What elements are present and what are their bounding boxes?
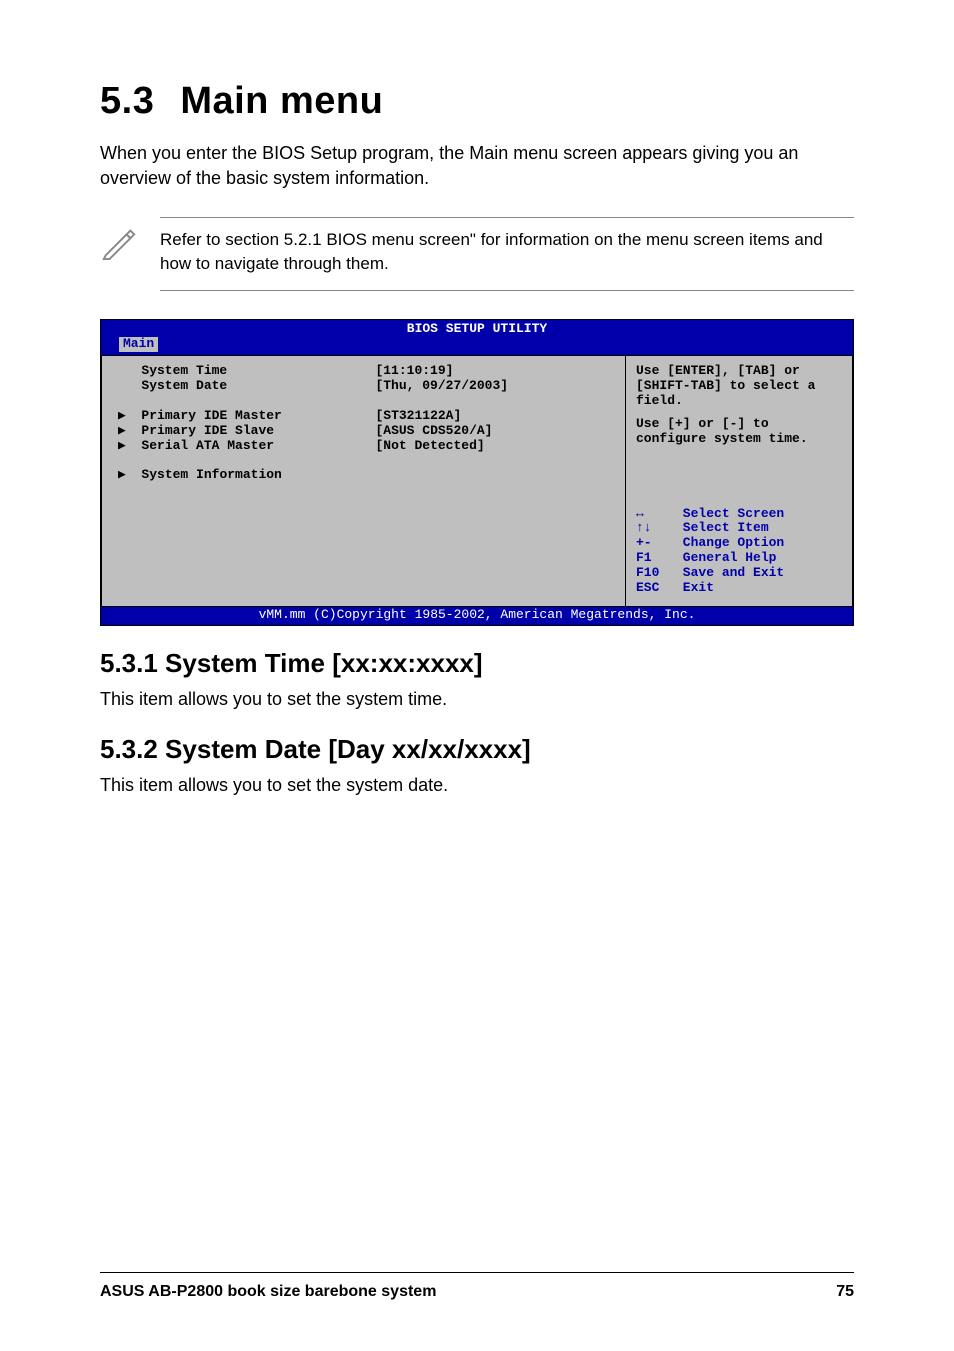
bios-nav-row: ↔ Select Screen bbox=[636, 507, 842, 522]
bios-body: System Time [11:10:19] System Date [Thu,… bbox=[101, 354, 853, 607]
bios-spacer bbox=[118, 394, 613, 409]
section-number: 5.3 bbox=[100, 80, 154, 122]
bios-item: ▶ Serial ATA Master [Not Detected] bbox=[118, 439, 613, 454]
bios-tab-main: Main bbox=[119, 337, 158, 352]
subsection-body-2: This item allows you to set the system d… bbox=[100, 773, 854, 798]
section-title: Main menu bbox=[180, 80, 383, 122]
bios-footer: vMM.mm (C)Copyright 1985-2002, American … bbox=[101, 607, 853, 625]
bios-nav-row: +- Change Option bbox=[636, 536, 842, 551]
section-heading: 5.3 Main menu bbox=[100, 80, 854, 123]
bios-nav-row: ↑↓ Select Item bbox=[636, 521, 842, 536]
bios-item: ▶ Primary IDE Master [ST321122A] bbox=[118, 409, 613, 424]
bios-item: System Time [11:10:19] bbox=[118, 364, 613, 379]
bios-help-2: Use [+] or [-] to configure system time. bbox=[636, 417, 842, 447]
subsection-heading-1: 5.3.1 System Time [xx:xx:xxxx] bbox=[100, 648, 854, 679]
bios-spacer bbox=[118, 453, 613, 468]
pencil-icon bbox=[100, 223, 138, 261]
bios-item: ▶ System Information bbox=[118, 468, 613, 483]
page-footer: ASUS AB-P2800 book size barebone system … bbox=[100, 1272, 854, 1301]
bios-nav-row: ESC Exit bbox=[636, 581, 842, 596]
bios-item: ▶ Primary IDE Slave [ASUS CDS520/A] bbox=[118, 424, 613, 439]
footer-page-number: 75 bbox=[836, 1283, 854, 1301]
bios-title: BIOS SETUP UTILITY bbox=[101, 320, 853, 337]
bios-right-pane: Use [ENTER], [TAB] or [SHIFT-TAB] to sel… bbox=[625, 355, 853, 607]
footer-product: ASUS AB-P2800 book size barebone system bbox=[100, 1283, 436, 1301]
bios-help-1: Use [ENTER], [TAB] or [SHIFT-TAB] to sel… bbox=[636, 364, 842, 409]
subsection-heading-2: 5.3.2 System Date [Day xx/xx/xxxx] bbox=[100, 734, 854, 765]
bios-nav: ↔ Select Screen↑↓ Select Item+- Change O… bbox=[636, 507, 842, 597]
subsection-body-1: This item allows you to set the system t… bbox=[100, 687, 854, 712]
bios-nav-row: F10 Save and Exit bbox=[636, 566, 842, 581]
bios-item: System Date [Thu, 09/27/2003] bbox=[118, 379, 613, 394]
note-block: Refer to section 5.2.1 BIOS menu screen"… bbox=[100, 217, 854, 291]
bios-nav-row: F1 General Help bbox=[636, 551, 842, 566]
bios-left-pane: System Time [11:10:19] System Date [Thu,… bbox=[101, 355, 625, 607]
note-text-wrap: Refer to section 5.2.1 BIOS menu screen"… bbox=[160, 217, 854, 291]
note-text: Refer to section 5.2.1 BIOS menu screen"… bbox=[160, 228, 854, 276]
bios-screenshot: BIOS SETUP UTILITY Main System Time [11:… bbox=[100, 319, 854, 626]
bios-tabs: Main bbox=[101, 337, 853, 354]
intro-paragraph: When you enter the BIOS Setup program, t… bbox=[100, 141, 854, 191]
